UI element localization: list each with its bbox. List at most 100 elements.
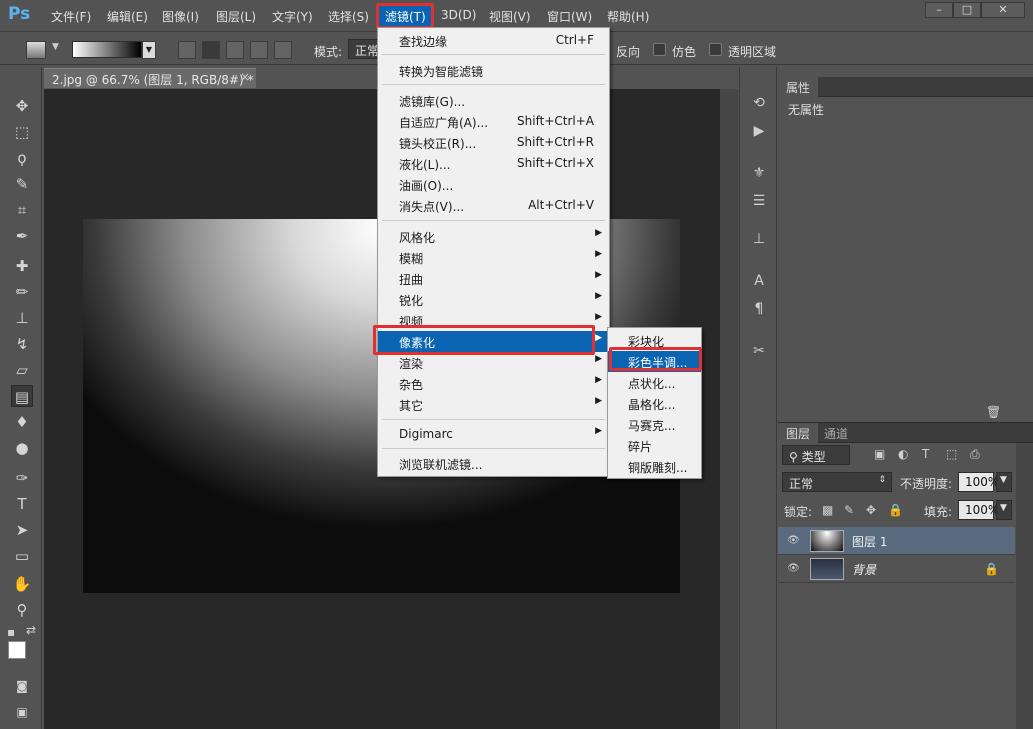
- clone-source-panel-icon[interactable]: ⊥: [748, 229, 770, 249]
- chevron-down-icon[interactable]: ▼: [52, 42, 59, 52]
- menu-item-blur[interactable]: 模糊 ▶: [378, 247, 609, 268]
- menu-item-noise[interactable]: 杂色 ▶: [378, 373, 609, 394]
- filter-shape-icon[interactable]: ⬚: [946, 447, 957, 461]
- submenu-item-mosaic[interactable]: 马赛克...: [608, 414, 701, 435]
- gradient-dropdown-arrow-icon[interactable]: ▼: [142, 41, 156, 59]
- mode-select[interactable]: 正常: [348, 39, 379, 59]
- hand-tool-icon[interactable]: ✋: [11, 573, 33, 595]
- menu-item-liquify[interactable]: 液化(L)... Shift+Ctrl+X: [378, 153, 609, 174]
- character-panel-icon[interactable]: A: [748, 271, 770, 291]
- menu-item-digimarc[interactable]: Digimarc ▶: [378, 424, 609, 445]
- menu-edit[interactable]: 编辑(E): [107, 8, 148, 25]
- filter-smart-object-icon[interactable]: ⎙: [970, 447, 980, 462]
- marquee-tool-icon[interactable]: ⬚: [11, 121, 33, 143]
- layers-scrollbar[interactable]: [1016, 443, 1033, 729]
- diamond-gradient-icon[interactable]: [274, 41, 292, 59]
- adjustments-panel-icon[interactable]: ⚜: [748, 163, 770, 183]
- menu-file[interactable]: 文件(F): [51, 8, 91, 25]
- crop-tool-icon[interactable]: ⌗: [11, 199, 33, 221]
- menu-window[interactable]: 窗口(W): [547, 8, 592, 25]
- fill-input[interactable]: 100%: [958, 500, 999, 520]
- menu-item-distort[interactable]: 扭曲 ▶: [378, 268, 609, 289]
- menu-item-adaptive-wide-angle[interactable]: 自适应广角(A)... Shift+Ctrl+A: [378, 111, 609, 132]
- linear-gradient-icon[interactable]: [178, 41, 196, 59]
- minimize-button[interactable]: –: [925, 2, 953, 18]
- move-tool-icon[interactable]: ✥: [11, 95, 33, 117]
- lock-transparent-icon[interactable]: ▩: [822, 503, 833, 517]
- layer-row[interactable]: 👁 背景 🔒: [778, 555, 1015, 583]
- lock-position-icon[interactable]: ✥: [866, 503, 876, 517]
- blur-tool-icon[interactable]: ♦: [11, 411, 33, 433]
- eye-icon[interactable]: 👁: [787, 563, 801, 574]
- menu-select[interactable]: 选择(S): [328, 8, 369, 25]
- close-button[interactable]: ✕: [981, 2, 1025, 18]
- eye-icon[interactable]: 👁: [787, 535, 801, 546]
- menu-item-vanishing-point[interactable]: 消失点(V)... Alt+Ctrl+V: [378, 195, 609, 216]
- history-panel-icon[interactable]: ⟲: [748, 93, 770, 113]
- healing-brush-tool-icon[interactable]: ✚: [11, 255, 33, 277]
- brush-tool-icon[interactable]: ✏: [11, 281, 33, 303]
- document-tab[interactable]: 2.jpg @ 66.7% (图层 1, RGB/8#) * ×: [44, 68, 256, 88]
- vertical-scrollbar[interactable]: [720, 89, 738, 729]
- foreground-color-swatch[interactable]: [8, 641, 26, 659]
- eyedropper-tool-icon[interactable]: ✒: [11, 225, 33, 247]
- eraser-tool-icon[interactable]: ▱: [11, 359, 33, 381]
- submenu-item-pointillize[interactable]: 点状化...: [608, 372, 701, 393]
- rectangle-tool-icon[interactable]: ▭: [11, 545, 33, 567]
- menu-layer[interactable]: 图层(L): [216, 8, 256, 25]
- gradient-picker[interactable]: [72, 41, 142, 58]
- menu-type[interactable]: 文字(Y): [272, 8, 313, 25]
- brush-presets-panel-icon[interactable]: ☰: [748, 191, 770, 211]
- pen-tool-icon[interactable]: ✑: [11, 467, 33, 489]
- screen-mode-icon[interactable]: ▣: [11, 701, 33, 723]
- menu-view[interactable]: 视图(V): [489, 8, 531, 25]
- layer-filter-select[interactable]: ⚲ 类型: [782, 445, 850, 465]
- reflected-gradient-icon[interactable]: [250, 41, 268, 59]
- path-selection-tool-icon[interactable]: ➤: [11, 519, 33, 541]
- tab-channels[interactable]: 通道: [816, 423, 856, 443]
- default-colors-icon[interactable]: ▪: [7, 625, 15, 639]
- submenu-item-crystallize[interactable]: 晶格化...: [608, 393, 701, 414]
- radial-gradient-icon[interactable]: [202, 41, 220, 59]
- menu-item-sharpen[interactable]: 锐化 ▶: [378, 289, 609, 310]
- actions-panel-icon[interactable]: ▶: [748, 121, 770, 141]
- menu-item-filter-gallery[interactable]: 滤镜库(G)...: [378, 90, 609, 111]
- blend-mode-select[interactable]: 正常 ⇕: [782, 472, 892, 492]
- opacity-input[interactable]: 100%: [958, 472, 999, 492]
- tab-layers[interactable]: 图层: [778, 423, 819, 443]
- clone-stamp-tool-icon[interactable]: ⊥: [11, 307, 33, 329]
- quick-select-tool-icon[interactable]: ✎: [11, 173, 33, 195]
- filter-type-icon[interactable]: T: [922, 447, 929, 461]
- layer-name[interactable]: 背景: [852, 561, 876, 578]
- submenu-item-mezzotint[interactable]: 铜版雕刻...: [608, 456, 701, 477]
- layer-row[interactable]: 👁 图层 1: [778, 527, 1015, 555]
- menu-image[interactable]: 图像(I): [162, 8, 199, 25]
- close-tab-icon[interactable]: ×: [240, 70, 250, 84]
- paragraph-panel-icon[interactable]: ¶: [748, 299, 770, 319]
- dodge-tool-icon[interactable]: ●: [11, 437, 33, 459]
- menu-item-find-edges[interactable]: 查找边缘 Ctrl+F: [378, 30, 609, 51]
- history-brush-tool-icon[interactable]: ↯: [11, 333, 33, 355]
- restore-button[interactable]: □: [953, 2, 981, 18]
- menu-item-stylize[interactable]: 风格化 ▶: [378, 226, 609, 247]
- swap-colors-icon[interactable]: ⇄: [26, 623, 36, 637]
- submenu-item-fragment[interactable]: 碎片: [608, 435, 701, 456]
- tool-presets-panel-icon[interactable]: ✂: [748, 341, 770, 361]
- lasso-tool-icon[interactable]: ϙ: [11, 147, 33, 169]
- menu-help[interactable]: 帮助(H): [607, 8, 649, 25]
- filter-adjustment-icon[interactable]: ◐: [898, 447, 908, 461]
- quick-mask-icon[interactable]: ◙: [11, 675, 33, 697]
- transparency-checkbox[interactable]: [709, 43, 722, 56]
- menu-item-render[interactable]: 渲染 ▶: [378, 352, 609, 373]
- zoom-tool-icon[interactable]: ⚲: [11, 599, 33, 621]
- tab-properties[interactable]: 属性: [778, 77, 819, 97]
- dither-checkbox[interactable]: [653, 43, 666, 56]
- angle-gradient-icon[interactable]: [226, 41, 244, 59]
- menu-item-other[interactable]: 其它 ▶: [378, 394, 609, 415]
- menu-3d[interactable]: 3D(D): [441, 8, 476, 22]
- opacity-dropdown[interactable]: ▼: [996, 472, 1012, 492]
- menu-item-oil-paint[interactable]: 油画(O)...: [378, 174, 609, 195]
- menu-item-browse-filters-online[interactable]: 浏览联机滤镜...: [378, 453, 609, 474]
- filter-pixel-icon[interactable]: ▣: [874, 447, 885, 461]
- menu-item-convert-smart-filters[interactable]: 转换为智能滤镜: [378, 60, 609, 81]
